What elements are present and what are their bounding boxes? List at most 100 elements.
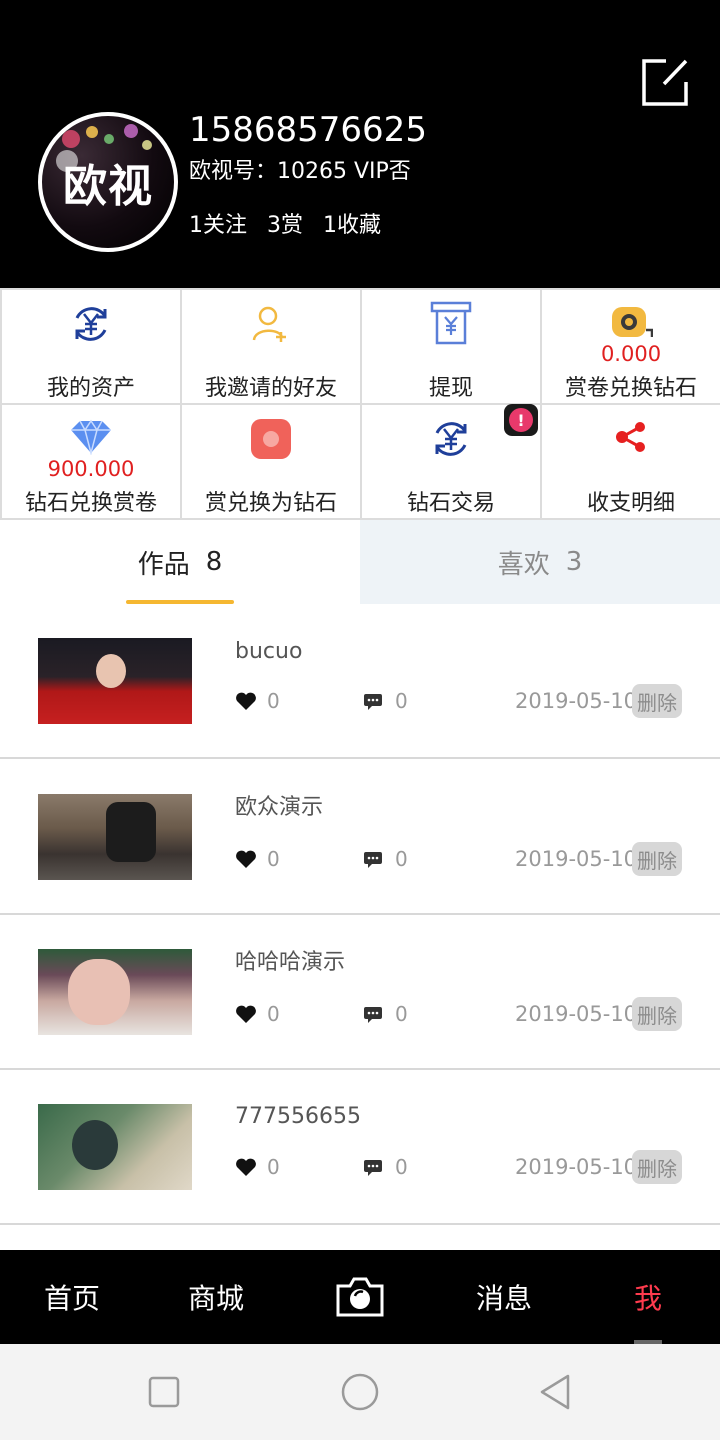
user-stats: 1关注 3赏 1收藏 xyxy=(189,210,401,242)
heart-icon[interactable] xyxy=(235,691,257,711)
delete-button[interactable]: 删除 xyxy=(632,1150,682,1184)
video-thumbnail[interactable] xyxy=(38,949,192,1035)
work-title: bucuo xyxy=(235,639,303,664)
comment-count: 0 xyxy=(395,689,408,713)
nav-messages[interactable]: 消息 xyxy=(444,1250,564,1344)
menu-label: 我的资产 xyxy=(46,376,135,401)
menu-invited-friends[interactable]: 我邀请的好友 xyxy=(182,290,360,403)
back-triangle-icon[interactable] xyxy=(534,1370,578,1414)
delete-button[interactable]: 删除 xyxy=(632,684,682,718)
menu-label: 赏卷兑换钻石 xyxy=(564,376,697,401)
withdraw-box-icon xyxy=(430,301,472,345)
yen-exchange-icon xyxy=(75,307,107,341)
edit-profile-button[interactable] xyxy=(640,56,690,108)
bottom-nav: 首页 商城 消息 我 xyxy=(0,1250,720,1344)
work-date: 2019-05-10 xyxy=(515,1155,638,1179)
menu-label: 我邀请的好友 xyxy=(204,376,337,401)
work-title: 哈哈哈演示 xyxy=(235,950,346,975)
work-title: 777556655 xyxy=(235,1104,361,1129)
tab-likes-label: 喜欢 xyxy=(497,549,550,580)
thumbnail-figure xyxy=(72,1120,118,1170)
user-phone: 15868576625 xyxy=(189,110,427,150)
yen-exchange-icon xyxy=(435,422,467,456)
diamond-icon xyxy=(71,419,111,455)
add-user-icon xyxy=(252,306,286,342)
work-stats: 0 0 xyxy=(235,1152,408,1182)
comment-icon[interactable] xyxy=(363,1005,385,1023)
menu-coupon-to-diamond[interactable]: 0.000 赏卷兑换钻石 xyxy=(542,290,720,403)
comment-icon[interactable] xyxy=(363,1158,385,1176)
delete-button[interactable]: 删除 xyxy=(632,997,682,1031)
work-date: 2019-05-10 xyxy=(515,847,638,871)
recent-apps-icon[interactable] xyxy=(142,1370,186,1414)
heart-icon[interactable] xyxy=(235,849,257,869)
like-count: 0 xyxy=(267,689,280,713)
list-item[interactable]: 777556655 0 0 2019-05-10 删除 xyxy=(0,1070,720,1225)
coupon-balance: 0.000 xyxy=(600,342,662,366)
share-nodes-icon xyxy=(616,422,645,452)
reward-count[interactable]: 3赏 xyxy=(267,210,303,242)
menu-transaction-details[interactable]: 收支明细 xyxy=(542,405,720,518)
menu-label: 赏兑换为钻石 xyxy=(204,491,337,516)
diamond-balance: 900.000 xyxy=(47,457,135,481)
comment-count: 0 xyxy=(395,1155,408,1179)
favorites-count[interactable]: 1收藏 xyxy=(323,210,381,242)
home-circle-icon[interactable] xyxy=(338,1370,382,1414)
tab-works-count: 8 xyxy=(205,547,223,577)
like-count: 0 xyxy=(267,847,280,871)
comment-icon[interactable] xyxy=(363,850,385,868)
comment-icon[interactable] xyxy=(363,692,385,710)
avatar[interactable]: 欧视 xyxy=(38,112,178,252)
tab-likes[interactable]: 喜欢 3 xyxy=(360,520,720,604)
list-item[interactable]: 哈哈哈演示 0 0 2019-05-10 删除 xyxy=(0,915,720,1070)
thumbnail-figure xyxy=(96,654,126,688)
tape-measure-icon xyxy=(612,307,653,337)
heart-icon[interactable] xyxy=(235,1004,257,1024)
video-thumbnail[interactable] xyxy=(38,794,192,880)
feature-grid: 我的资产 我邀请的好友 提现 0.000 赏卷兑换钻石 900.000 钻石兑换… xyxy=(0,288,720,520)
red-square-icon xyxy=(251,419,291,459)
menu-withdraw[interactable]: 提现 xyxy=(362,290,540,403)
thumbnail-figure xyxy=(106,802,156,862)
system-navigation-bar xyxy=(0,1344,720,1440)
profile-screen: 欧视 15868576625 欧视号：10265 VIP否 1关注 3赏 1收藏… xyxy=(0,0,720,1440)
menu-label: 收支明细 xyxy=(586,491,675,516)
heart-icon[interactable] xyxy=(235,1157,257,1177)
tab-works-label: 作品 xyxy=(137,549,190,580)
work-title: 欧众演示 xyxy=(235,795,324,820)
menu-label: 钻石交易 xyxy=(406,491,495,516)
menu-label: 钻石兑换赏卷 xyxy=(24,491,157,516)
menu-diamond-to-coupon[interactable]: 900.000 钻石兑换赏卷 xyxy=(2,405,180,518)
list-item[interactable]: bucuo 0 0 2019-05-10 删除 xyxy=(0,604,720,759)
following-count[interactable]: 1关注 xyxy=(189,210,247,242)
menu-reward-to-diamond[interactable]: 赏兑换为钻石 xyxy=(182,405,360,518)
like-count: 0 xyxy=(267,1155,280,1179)
menu-label: 提现 xyxy=(428,376,473,401)
work-date: 2019-05-10 xyxy=(515,1002,638,1026)
nav-mall[interactable]: 商城 xyxy=(156,1250,276,1344)
avatar-text: 欧视 xyxy=(63,161,153,212)
account-id: 欧视号：10265 VIP否 xyxy=(189,159,411,184)
alert-badge-mark: ! xyxy=(509,408,533,432)
work-stats: 0 0 xyxy=(235,844,408,874)
edit-icon xyxy=(642,59,688,106)
list-item[interactable]: 欧众演示 0 0 2019-05-10 删除 xyxy=(0,760,720,915)
work-date: 2019-05-10 xyxy=(515,689,638,713)
nav-me[interactable]: 我 xyxy=(588,1250,708,1344)
video-thumbnail[interactable] xyxy=(38,638,192,724)
nav-camera[interactable] xyxy=(322,1250,398,1344)
tab-works[interactable]: 作品 8 xyxy=(0,520,360,604)
comment-count: 0 xyxy=(395,847,408,871)
like-count: 0 xyxy=(267,1002,280,1026)
delete-button[interactable]: 删除 xyxy=(632,842,682,876)
work-stats: 0 0 xyxy=(235,999,408,1029)
menu-my-assets[interactable]: 我的资产 xyxy=(2,290,180,403)
comment-count: 0 xyxy=(395,1002,408,1026)
tab-likes-count: 3 xyxy=(565,547,583,577)
thumbnail-figure xyxy=(68,959,130,1025)
nav-home[interactable]: 首页 xyxy=(12,1250,132,1344)
work-stats: 0 0 xyxy=(235,686,408,716)
profile-header: 欧视 15868576625 欧视号：10265 VIP否 1关注 3赏 1收藏 xyxy=(0,0,720,288)
camera-icon xyxy=(336,1277,384,1317)
video-thumbnail[interactable] xyxy=(38,1104,192,1190)
